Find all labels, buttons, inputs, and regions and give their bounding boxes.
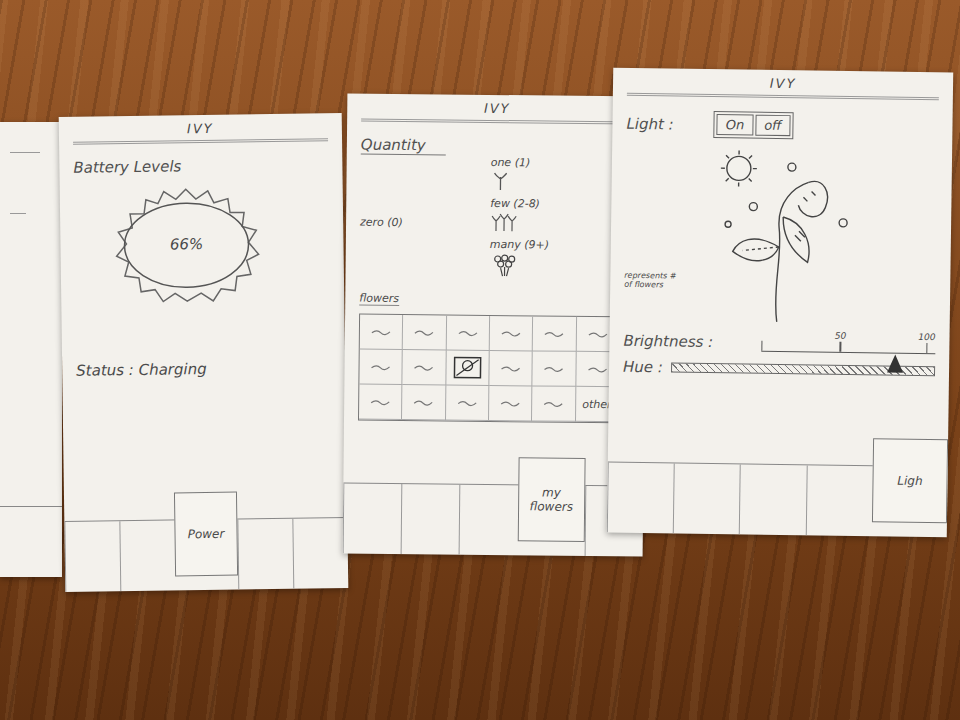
pencil-mark: [10, 213, 26, 214]
pencil-mark: [10, 152, 40, 153]
light-toggle[interactable]: Onoff: [714, 111, 794, 139]
flower-cell[interactable]: [533, 316, 577, 351]
squiggle-icon: [369, 398, 391, 406]
squiggle-icon: [500, 329, 522, 337]
quantity-sheet: IVY Quantity zero (0) one (1) few (2-8) many …: [343, 93, 648, 556]
flower-cell[interactable]: [446, 350, 490, 385]
flower-cell[interactable]: [359, 350, 403, 385]
quantity-option[interactable]: one (1): [490, 156, 550, 192]
squiggle-icon: [413, 363, 435, 371]
squiggle-icon: [543, 330, 565, 338]
tab[interactable]: [64, 521, 120, 592]
brightness-row: Brightness : 50 100: [623, 328, 935, 354]
tab[interactable]: Ligh: [872, 438, 948, 523]
hue-row: Hue :: [623, 358, 935, 380]
flower-cell[interactable]: [490, 316, 534, 351]
app-title: IVY: [627, 74, 939, 100]
battery-status: Status : Charging: [76, 358, 331, 380]
tick: 50: [835, 331, 847, 352]
tab-bar: Power: [64, 517, 348, 592]
quantity-option[interactable]: zero (0): [360, 216, 403, 229]
flower-cell[interactable]: [533, 351, 577, 386]
squiggle-icon: [543, 365, 565, 373]
squiggle-icon: [543, 400, 565, 408]
battery-gauge: 66%: [96, 184, 278, 307]
squiggle-icon: [370, 328, 392, 336]
flower-cell[interactable]: [402, 385, 446, 420]
hue-label: Hue :: [623, 358, 663, 377]
quantity-heading: Quantity: [361, 136, 446, 156]
squiggle-icon: [370, 363, 392, 371]
hue-thumb[interactable]: [887, 354, 903, 372]
app-title: IVY: [361, 100, 633, 125]
tab[interactable]: Power: [174, 492, 239, 577]
brightness-label: Brightness :: [623, 332, 713, 351]
battery-reading: 66%: [96, 234, 276, 255]
tab[interactable]: [673, 464, 740, 535]
squiggle-icon: [500, 364, 522, 372]
toggle-option[interactable]: off: [755, 115, 791, 136]
flower-cluster-icon: [490, 253, 520, 277]
sprout-icon: [490, 171, 510, 191]
flower-icon: [452, 356, 482, 380]
brightness-slider[interactable]: 50 100: [761, 330, 936, 354]
annotation: represents # of flowers: [624, 271, 682, 291]
light-sheet: IVY Light : Onoff represents # of flowers Br…: [607, 68, 953, 538]
toggle-option[interactable]: On: [717, 114, 754, 136]
flowers-label: flowers: [359, 292, 399, 306]
quantity-option[interactable]: many (9+): [490, 238, 550, 278]
squiggle-icon: [413, 398, 435, 406]
squiggle-icon: [457, 329, 479, 337]
tab[interactable]: [401, 484, 460, 555]
flower-cell[interactable]: [446, 315, 490, 350]
flower-cell[interactable]: [489, 386, 533, 421]
flower-cell[interactable]: [403, 350, 447, 385]
tab[interactable]: [739, 464, 806, 535]
light-label: Light :: [626, 114, 674, 133]
flower-cell[interactable]: [532, 386, 576, 421]
tab[interactable]: [119, 520, 175, 591]
flower-cell[interactable]: [446, 385, 490, 420]
tab[interactable]: [607, 463, 674, 534]
hue-slider[interactable]: [671, 362, 935, 376]
tick: [761, 330, 763, 351]
plant-area: represents # of flowers: [624, 145, 938, 324]
paper-sheet: [0, 122, 62, 577]
squiggle-icon: [499, 399, 521, 407]
battery-heading: Battery Levels: [73, 155, 328, 177]
quantity-options: zero (0)one (1)few (2-8)many (9+): [360, 169, 633, 279]
tab-bar: Ligh: [607, 462, 948, 538]
flower-cell[interactable]: [359, 385, 403, 420]
quantity-option[interactable]: few (2-8): [490, 197, 550, 233]
tab[interactable]: [459, 485, 518, 556]
tab[interactable]: [293, 518, 349, 589]
tab-bar: my flowers: [343, 482, 644, 556]
flower-cell[interactable]: [489, 351, 533, 386]
squiggle-icon: [586, 365, 608, 373]
battery-sheet: IVY Battery Levels 66% Status : Charging Pow…: [59, 113, 349, 592]
sprouts-icon: [490, 212, 518, 232]
plant-icon: [682, 146, 914, 324]
tab[interactable]: my flowers: [517, 457, 585, 542]
tab[interactable]: [805, 465, 872, 536]
squiggle-icon: [587, 330, 609, 338]
flower-grid: other: [358, 314, 621, 424]
app-title: IVY: [73, 119, 328, 145]
tab[interactable]: [343, 483, 402, 554]
tick: 100: [918, 332, 935, 353]
flower-cell[interactable]: [403, 315, 447, 350]
wooden-table: IVY Battery Levels 66% Status : Charging Pow…: [0, 0, 960, 720]
tab[interactable]: [238, 519, 294, 590]
flower-cell[interactable]: [360, 315, 404, 350]
squiggle-icon: [413, 328, 435, 336]
tab-bar: [0, 506, 62, 577]
squiggle-icon: [456, 399, 478, 407]
